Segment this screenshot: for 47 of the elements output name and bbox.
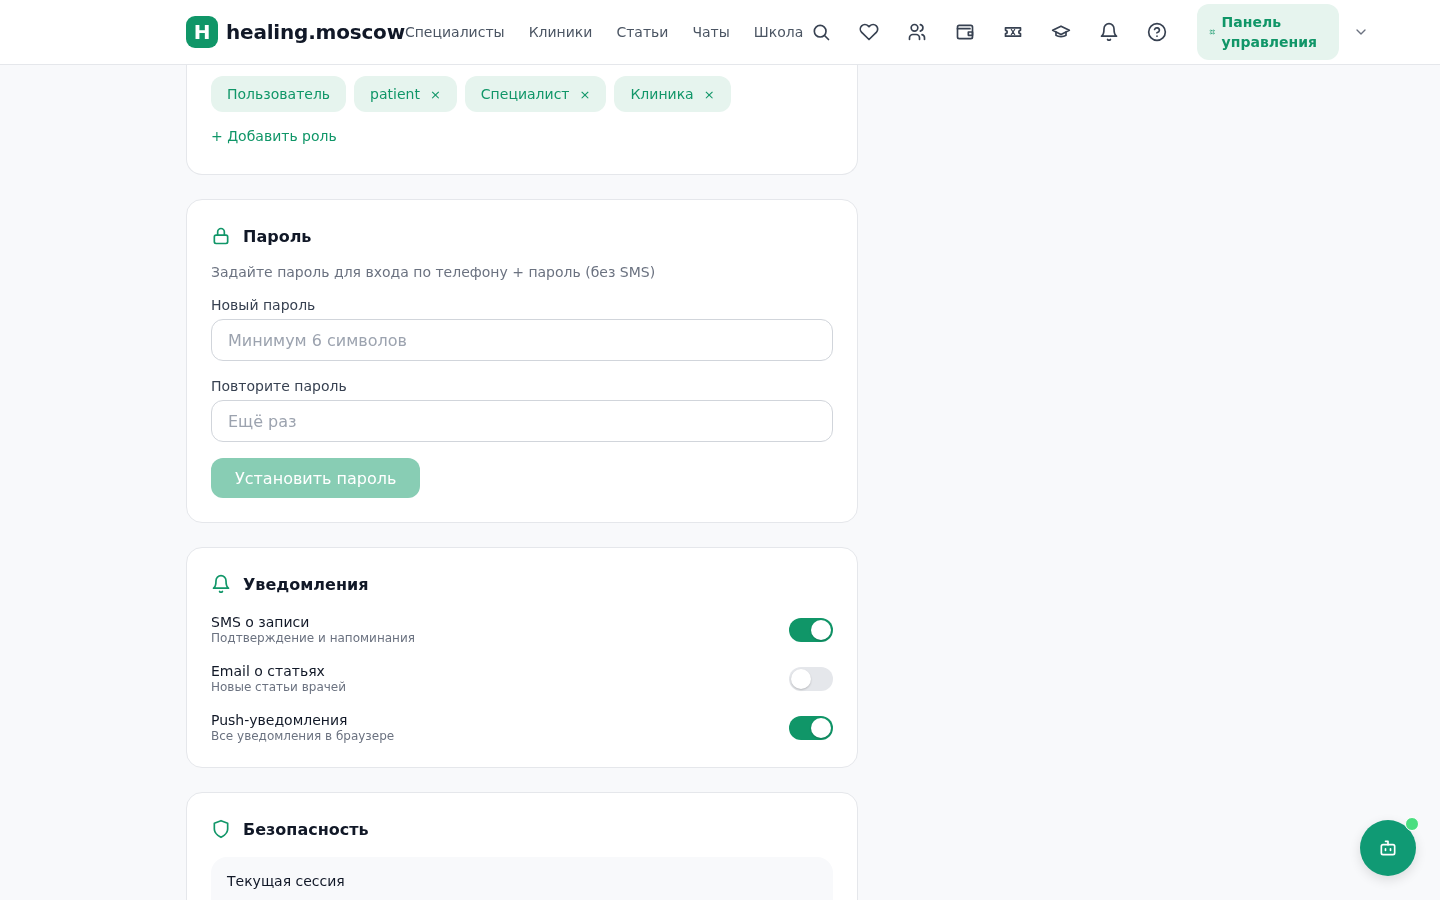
setting-description: Все уведомления в браузере (211, 729, 395, 743)
nav-link[interactable]: Школа (753, 24, 804, 40)
users-icon[interactable] (907, 22, 928, 42)
role-label: Специалист (480, 86, 570, 102)
robot-icon (1378, 838, 1398, 858)
nav-link[interactable]: Специалисты (404, 24, 505, 40)
description-text: Задайте пароль для входа по телефону + пароль (без SMS) (211, 264, 657, 280)
section-title: Уведомления (243, 574, 369, 594)
bell-icon (211, 574, 231, 594)
add-role-link[interactable]: + Добавить роль (211, 128, 337, 144)
toggle-switch[interactable] (789, 715, 833, 740)
setting-title: SMS о записи (211, 614, 311, 630)
role-label: Пользователь (227, 86, 331, 102)
section-title: Безопасность (243, 819, 369, 839)
lock-icon (211, 226, 231, 246)
setting-title: Email о статьях (211, 663, 326, 679)
search-icon[interactable] (811, 22, 832, 42)
remove-icon[interactable]: × (579, 86, 591, 102)
remove-icon[interactable]: × (429, 86, 441, 102)
notifications-icon[interactable] (1099, 22, 1120, 42)
setting-description: Новые статьи врачей (211, 680, 347, 694)
section-title: Пароль (243, 226, 312, 246)
setting-description: Подтверждение и напоминания (211, 631, 415, 645)
toggle-switch[interactable] (789, 617, 833, 642)
role-label: Клиника (630, 86, 694, 102)
heart-icon[interactable] (859, 22, 880, 42)
assistant-button[interactable] (1360, 820, 1416, 876)
setting-title: Push-уведомления (211, 712, 349, 728)
nav-link[interactable]: Чаты (692, 24, 730, 40)
password-field[interactable]: Минимум 6 символов (211, 319, 833, 361)
password-field[interactable]: Ещё раз (211, 400, 833, 442)
role-label: patient (370, 86, 420, 102)
remove-icon[interactable]: × (703, 86, 715, 102)
help-icon[interactable] (1147, 22, 1168, 42)
wallet-icon[interactable] (955, 22, 976, 42)
shield-icon (211, 819, 231, 839)
toggle-switch[interactable] (789, 666, 833, 691)
dashboard-button[interactable]: Панель управления (1197, 4, 1340, 60)
session-label: Текущая сессия (227, 873, 346, 889)
online-indicator (1405, 817, 1419, 831)
site-name[interactable]: healing.moscow (226, 20, 405, 44)
nav-link[interactable]: Клиники (528, 24, 593, 40)
field-label: Повторите пароль (211, 378, 348, 394)
logo-icon[interactable]: H (186, 16, 218, 48)
nav-link[interactable]: Статьи (616, 24, 669, 40)
grid-icon (1209, 27, 1216, 37)
field-label: Новый пароль (211, 297, 317, 313)
